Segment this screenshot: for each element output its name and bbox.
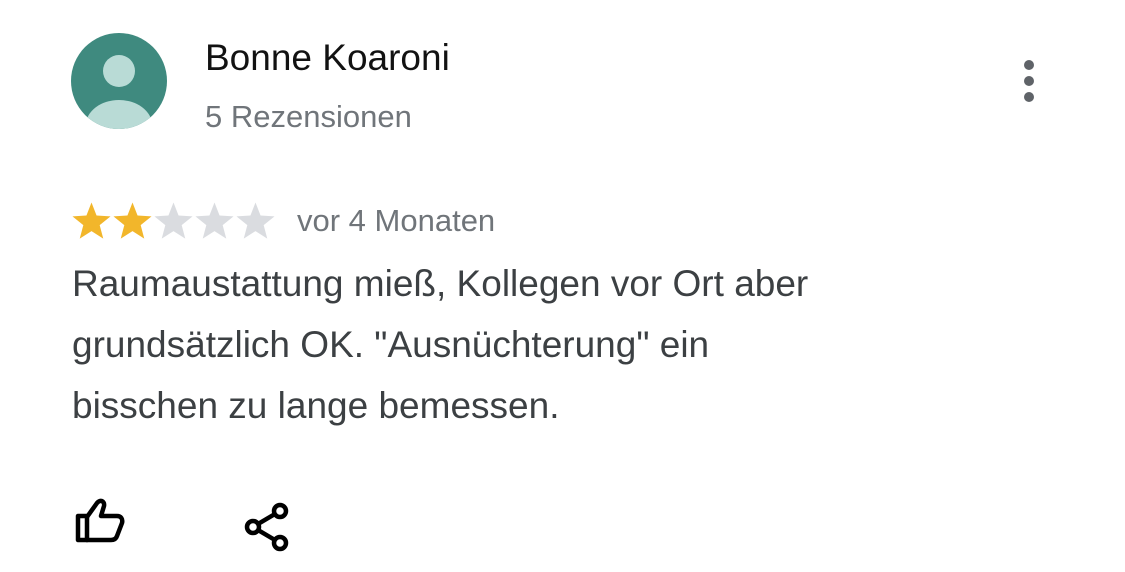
default-person-avatar-icon: [71, 33, 167, 129]
share-button[interactable]: [243, 502, 293, 552]
thumbs-up-icon: [75, 498, 125, 543]
review-date: vor 4 Monaten: [297, 203, 496, 238]
review-text-line: grundsätzlich OK. "Ausnüchterung" ein: [72, 324, 710, 365]
more-vertical-icon: [1024, 60, 1034, 102]
star-filled-icon: [72, 202, 111, 239]
like-button[interactable]: [73, 497, 127, 545]
rating-row: vor 4 Monaten: [71, 197, 495, 245]
review-text-line: bisschen zu lange bemessen.: [72, 385, 560, 426]
review-text: Raumaustattung mieß, Kollegen vor Ort ab…: [72, 253, 972, 436]
star-filled-icon: [113, 202, 152, 239]
star-empty-icon: [154, 202, 193, 239]
author-name[interactable]: Bonne Koaroni: [205, 36, 450, 80]
more-options-button[interactable]: [1010, 56, 1050, 106]
review-count[interactable]: 5 Rezensionen: [205, 98, 412, 136]
review-text-line: Raumaustattung mieß, Kollegen vor Ort ab…: [72, 263, 809, 304]
share-icon: [244, 502, 289, 552]
star-empty-icon: [195, 202, 234, 239]
avatar[interactable]: [71, 33, 167, 129]
star-empty-icon: [236, 202, 275, 239]
star-rating: [71, 201, 276, 242]
